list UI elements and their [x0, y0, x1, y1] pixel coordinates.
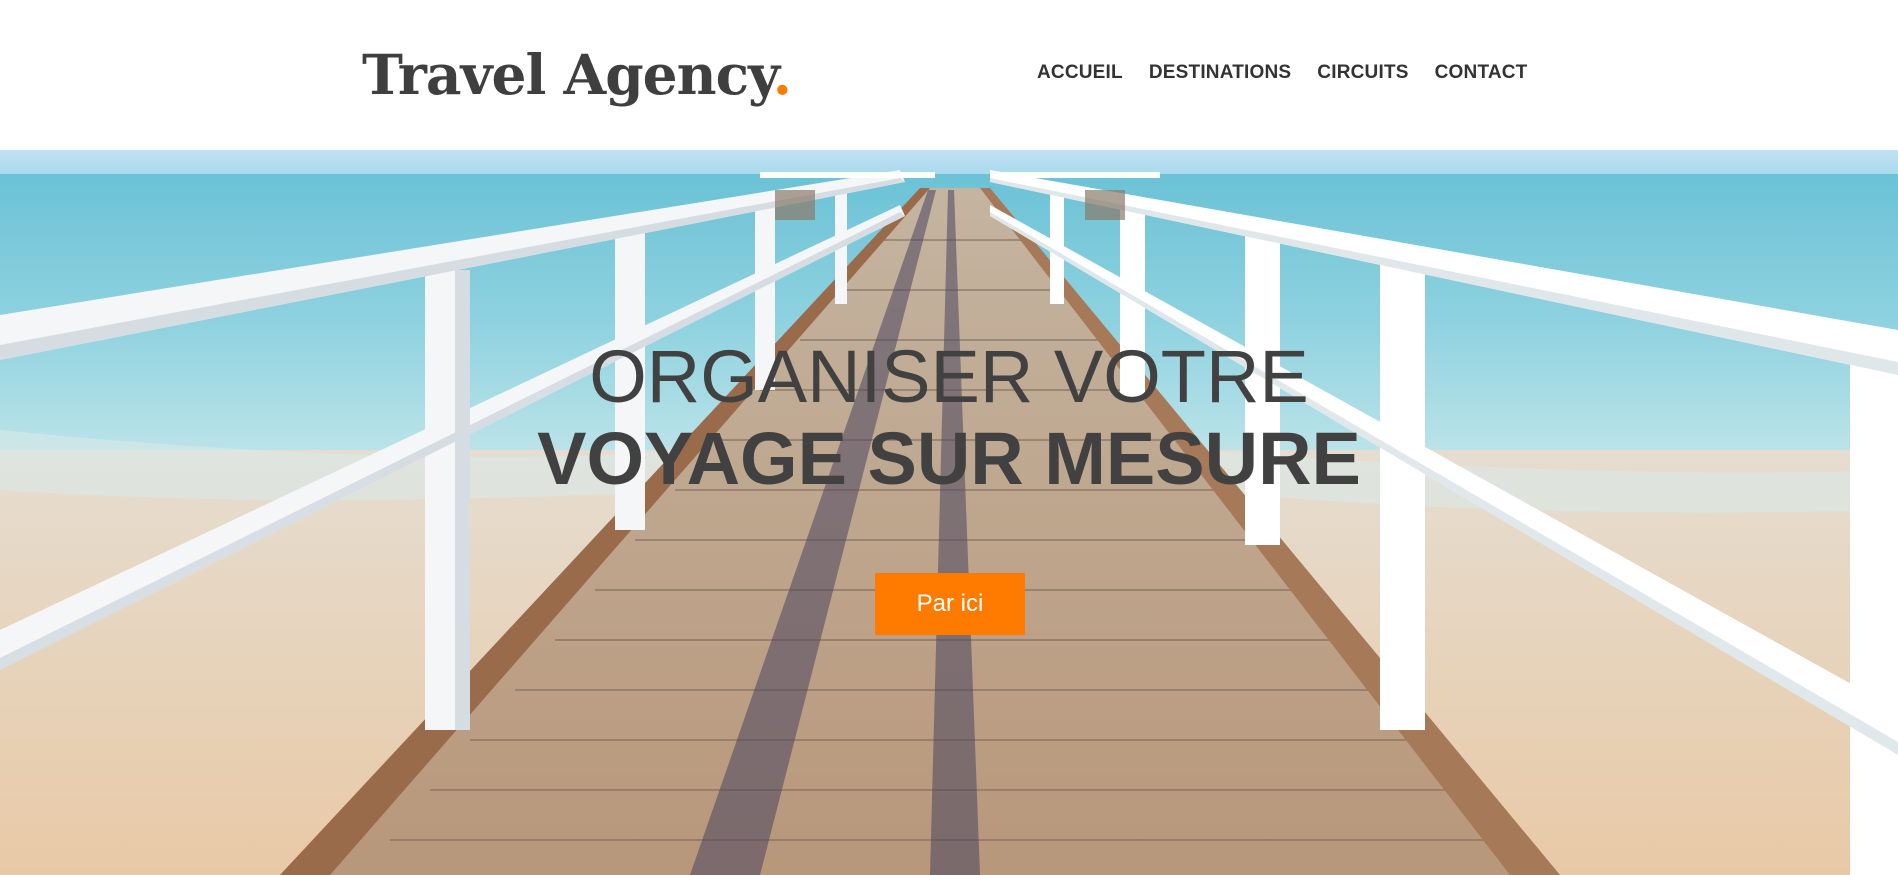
cta-button[interactable]: Par ici — [875, 573, 1025, 635]
hero-title-line1: ORGANISER VOTRE — [589, 335, 1309, 418]
nav-item-accueil[interactable]: ACCUEIL — [1037, 60, 1123, 86]
hero-title-line2: VOYAGE SUR MESURE — [537, 417, 1361, 500]
brand-logo[interactable]: Travel Agency. — [362, 40, 792, 110]
main-nav: ACCUEIL DESTINATIONS CIRCUITS CONTACT — [1037, 60, 1528, 86]
site-header: Travel Agency. ACCUEIL DESTINATIONS CIRC… — [0, 0, 1898, 150]
hero-title: ORGANISER VOTRE VOYAGE SUR MESURE — [0, 336, 1898, 500]
hero-background-image — [0, 150, 1898, 875]
brand-dot: . — [772, 42, 792, 107]
nav-item-destinations[interactable]: DESTINATIONS — [1149, 60, 1291, 86]
hero-banner: ORGANISER VOTRE VOYAGE SUR MESURE Par ic… — [0, 150, 1898, 875]
nav-item-contact[interactable]: CONTACT — [1435, 60, 1528, 86]
nav-item-circuits[interactable]: CIRCUITS — [1317, 60, 1408, 86]
brand-name: Travel Agency — [362, 42, 774, 107]
